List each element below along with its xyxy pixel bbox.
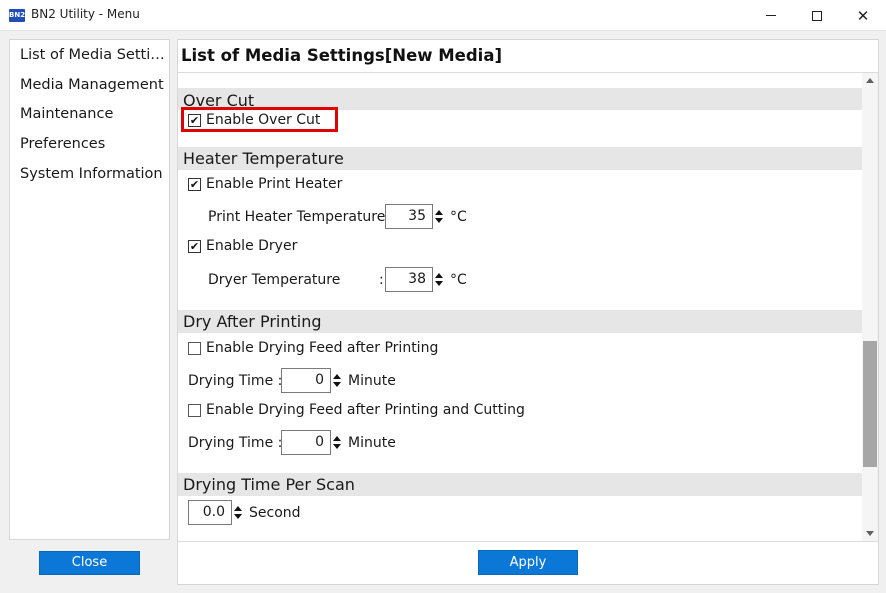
scroll-down-icon[interactable] [866, 531, 874, 536]
sidebar-item-list-of-media-settings[interactable]: List of Media Settings [20, 47, 166, 63]
arrow-down-icon[interactable] [435, 218, 443, 223]
scroll-up-icon[interactable] [866, 78, 874, 83]
app-logo-icon: BN2 [9, 9, 25, 22]
section-header-heater-temperature: Heater Temperature [178, 147, 862, 170]
arrow-up-icon[interactable] [333, 436, 341, 441]
enable-dryer-label: Enable Dryer [206, 238, 298, 254]
drying-time-per-scan-input[interactable]: 0.0 [188, 500, 232, 525]
arrow-up-icon[interactable] [333, 374, 341, 379]
print-heater-temperature-stepper[interactable]: 35 [385, 204, 445, 229]
settings-scroll-area: Over Cut ✔ Enable Over Cut Heater Temper… [178, 73, 862, 541]
enable-drying-feed-printing-label: Enable Drying Feed after Printing [206, 340, 439, 356]
maximize-button[interactable] [794, 0, 840, 31]
minimize-button[interactable] [748, 0, 794, 31]
vertical-scrollbar[interactable] [862, 73, 878, 541]
sidebar-item-media-management[interactable]: Media Management [20, 77, 166, 93]
drying-time-stepper-1[interactable]: 0 [281, 368, 343, 393]
stepper-arrows[interactable] [331, 430, 343, 455]
stepper-arrows[interactable] [232, 500, 244, 525]
second-unit: Second [249, 504, 301, 521]
section-header-dry-after-printing: Dry After Printing [178, 310, 862, 333]
enable-drying-feed-cutting-checkbox[interactable] [188, 403, 201, 417]
sidebar: List of Media Settings Media Management … [9, 39, 170, 540]
drying-time-stepper-2[interactable]: 0 [281, 430, 343, 455]
dryer-temperature-row: Dryer Temperature : 38 °C [208, 267, 467, 292]
stepper-arrows[interactable] [433, 204, 445, 229]
drying-time-label: Drying Time : [188, 434, 283, 451]
highlight-box [181, 107, 338, 132]
close-button[interactable]: Close [39, 551, 140, 575]
celsius-unit: °C [450, 271, 467, 288]
enable-drying-feed-printing-checkbox[interactable] [188, 341, 201, 355]
maximize-icon [812, 10, 822, 21]
section-header-drying-time-per-scan: Drying Time Per Scan [178, 473, 862, 496]
close-icon: ✕ [856, 6, 870, 25]
drying-time-per-scan-stepper[interactable]: 0.0 [188, 500, 244, 525]
drying-time-row-1: Drying Time : 0 Minute [188, 368, 396, 393]
dryer-temperature-stepper[interactable]: 38 [385, 267, 445, 292]
drying-time-input-2[interactable]: 0 [281, 430, 331, 455]
drying-time-row-2: Drying Time : 0 Minute [188, 430, 396, 455]
apply-button[interactable]: Apply [478, 550, 578, 575]
sidebar-item-system-information[interactable]: System Information [20, 166, 166, 182]
minimize-icon [766, 15, 776, 16]
arrow-down-icon[interactable] [435, 281, 443, 286]
drying-time-per-scan-row: 0.0 Second [188, 500, 301, 525]
arrow-up-icon[interactable] [435, 210, 443, 215]
stepper-arrows[interactable] [433, 267, 445, 292]
arrow-down-icon[interactable] [333, 382, 341, 387]
print-heater-temperature-row: Print Heater Temperature : 35 °C [208, 204, 467, 229]
enable-dryer-checkbox[interactable]: ✔ [188, 239, 201, 253]
dryer-temperature-label: Dryer Temperature [208, 271, 341, 288]
enable-print-heater-row[interactable]: ✔ Enable Print Heater [188, 176, 342, 192]
enable-drying-feed-printing-row[interactable]: Enable Drying Feed after Printing [188, 340, 438, 356]
arrow-down-icon[interactable] [333, 444, 341, 449]
enable-drying-feed-cutting-label: Enable Drying Feed after Printing and Cu… [206, 402, 525, 418]
main-panel: List of Media Settings[New Media] Over C… [177, 39, 879, 585]
arrow-up-icon[interactable] [234, 506, 242, 511]
enable-drying-feed-cutting-row[interactable]: Enable Drying Feed after Printing and Cu… [188, 402, 525, 418]
minute-unit: Minute [348, 372, 396, 389]
enable-dryer-row[interactable]: ✔ Enable Dryer [188, 238, 297, 254]
arrow-up-icon[interactable] [435, 273, 443, 278]
celsius-unit: °C [450, 208, 467, 225]
page-title: List of Media Settings[New Media] [181, 46, 503, 65]
print-heater-temperature-label: Print Heater Temperature : [208, 208, 395, 225]
drying-time-label: Drying Time : [188, 372, 283, 389]
stepper-arrows[interactable] [331, 368, 343, 393]
footer-divider [178, 541, 878, 542]
sidebar-item-preferences[interactable]: Preferences [20, 136, 166, 152]
enable-print-heater-label: Enable Print Heater [206, 176, 343, 192]
minute-unit: Minute [348, 434, 396, 451]
arrow-down-icon[interactable] [234, 514, 242, 519]
sidebar-item-maintenance[interactable]: Maintenance [20, 106, 166, 122]
enable-print-heater-checkbox[interactable]: ✔ [188, 177, 201, 191]
print-heater-temperature-input[interactable]: 35 [385, 204, 433, 229]
dryer-temperature-input[interactable]: 38 [385, 267, 433, 292]
title-bar: BN2 BN2 Utility - Menu ✕ [0, 0, 886, 31]
window-title: BN2 Utility - Menu [31, 7, 140, 21]
scrollbar-thumb[interactable] [863, 341, 877, 467]
drying-time-input-1[interactable]: 0 [281, 368, 331, 393]
window-close-button[interactable]: ✕ [840, 0, 886, 31]
